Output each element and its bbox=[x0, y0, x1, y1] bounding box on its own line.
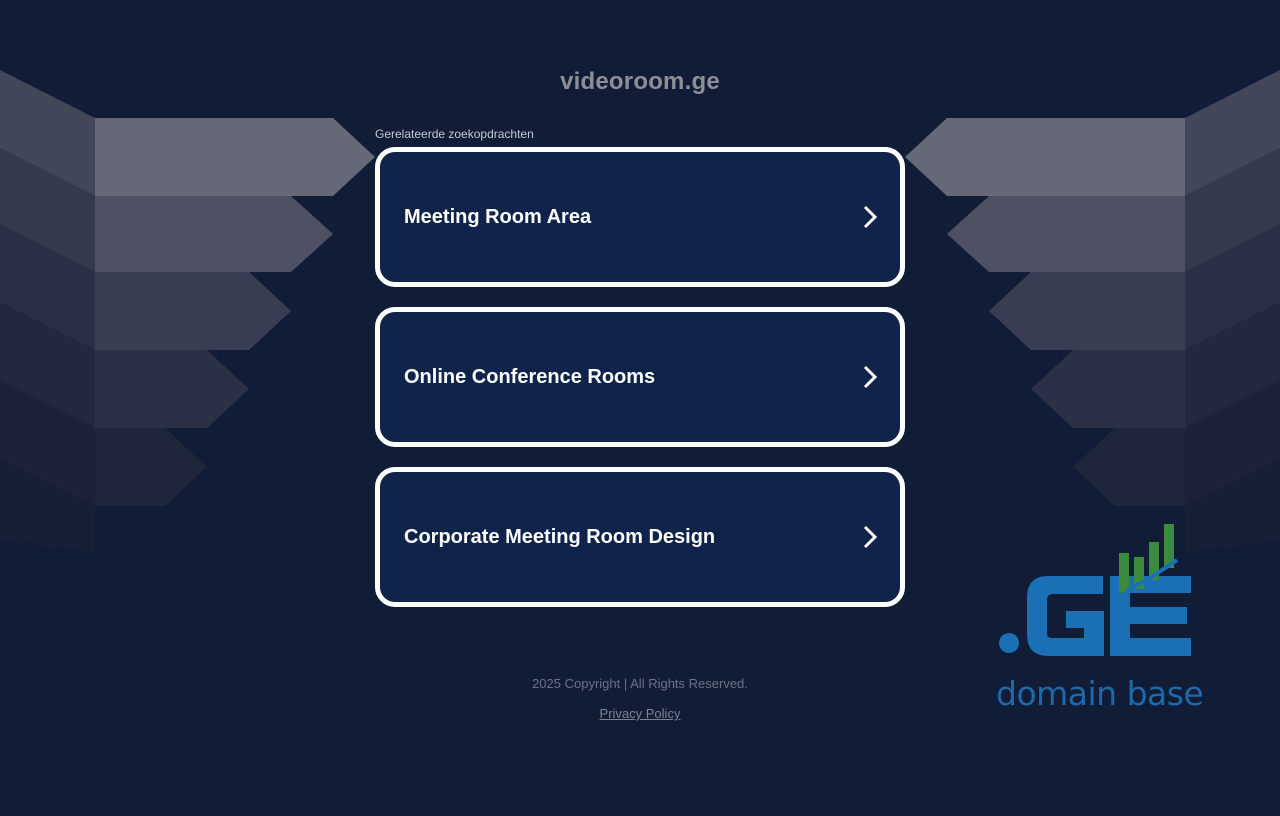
chevron-right-icon bbox=[863, 205, 878, 229]
related-search-link[interactable]: Online Conference Rooms bbox=[375, 307, 905, 447]
logo-tagline: domain base bbox=[996, 674, 1204, 713]
related-search-label: Corporate Meeting Room Design bbox=[404, 526, 716, 548]
related-search-label: Online Conference Rooms bbox=[404, 366, 656, 388]
related-search-link[interactable]: Meeting Room Area bbox=[375, 147, 905, 287]
related-search-label: Meeting Room Area bbox=[404, 206, 592, 228]
chevron-right-icon bbox=[863, 365, 878, 389]
privacy-policy-link[interactable]: Privacy Policy bbox=[600, 706, 681, 721]
related-searches-label: Gerelateerde zoekopdrachten bbox=[375, 127, 534, 141]
related-search-link[interactable]: Corporate Meeting Room Design bbox=[375, 467, 905, 607]
page-title: videoroom.ge bbox=[560, 68, 720, 95]
parked-domain-page: videoroom.ge Gerelateerde zoekopdrachten… bbox=[0, 0, 1280, 816]
chevron-right-icon bbox=[863, 525, 878, 549]
